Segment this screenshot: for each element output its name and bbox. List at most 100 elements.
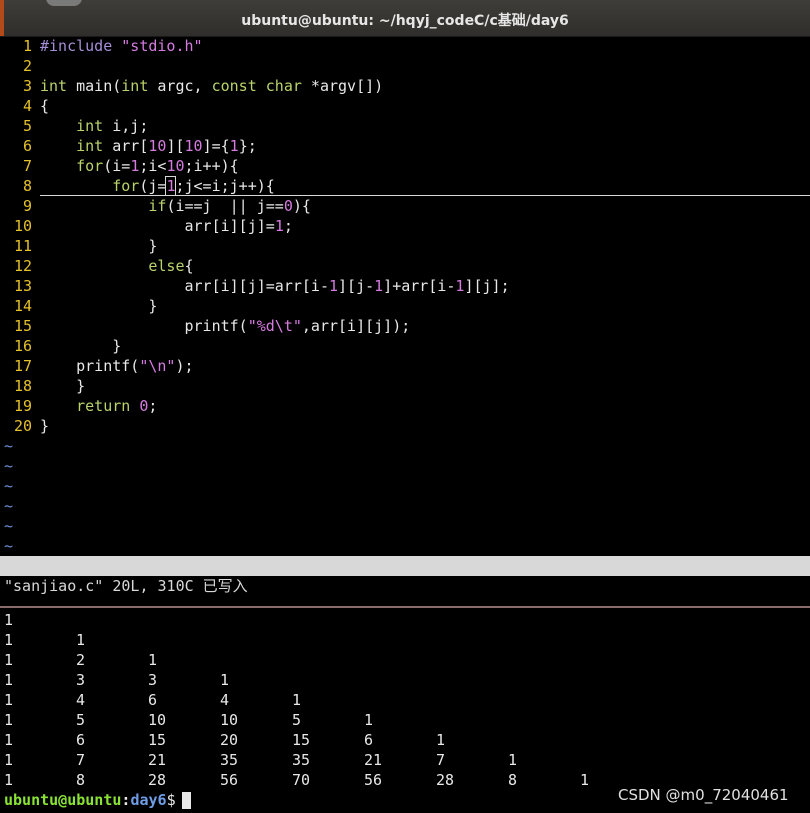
code-line[interactable]: 19 return 0; bbox=[0, 396, 810, 416]
output-value: 1 bbox=[4, 691, 14, 709]
output-value: 1 bbox=[220, 671, 230, 689]
output-value: 1 bbox=[4, 611, 14, 629]
code-line[interactable]: 9 if(i==j || j==0){ bbox=[0, 196, 810, 216]
code-token: 1 bbox=[229, 137, 239, 155]
code-token: ;j<=i;j++){ bbox=[175, 177, 275, 195]
code-text: printf("\n"); bbox=[40, 357, 193, 375]
output-value: 5 bbox=[292, 711, 302, 729]
code-line[interactable]: 11 } bbox=[0, 236, 810, 256]
code-token: 10 bbox=[166, 157, 185, 175]
line-number: 2 bbox=[22, 57, 32, 75]
code-text: #include "stdio.h" bbox=[40, 37, 203, 55]
shell-prompt[interactable]: ubuntu@ubuntu:day6$ bbox=[4, 790, 191, 810]
code-token: if bbox=[148, 197, 167, 215]
output-value: 21 bbox=[364, 751, 383, 769]
output-value: 8 bbox=[508, 771, 518, 789]
line-number: 15 bbox=[13, 317, 32, 335]
code-text: int i,j; bbox=[40, 117, 148, 135]
code-token: arr[ bbox=[103, 137, 149, 155]
empty-line-marker: ~ bbox=[4, 517, 14, 535]
terminal-cursor bbox=[181, 792, 191, 809]
output-row: 1 6 15 20 15 6 1 bbox=[4, 730, 804, 750]
code-line[interactable]: 20} bbox=[0, 416, 810, 436]
output-value: 4 bbox=[76, 691, 86, 709]
line-number: 4 bbox=[22, 97, 32, 115]
code-line[interactable]: 8 for(j=1;j<=i;j++){ bbox=[0, 176, 810, 196]
code-token: (j= bbox=[139, 177, 167, 195]
line-number: 18 bbox=[13, 377, 32, 395]
code-token: ][j- bbox=[338, 277, 375, 295]
code-line[interactable]: 10 arr[i][j]=1; bbox=[0, 216, 810, 236]
code-line[interactable]: 13 arr[i][j]=arr[i-1][j-1]+arr[i-1][j]; bbox=[0, 276, 810, 296]
output-value: 3 bbox=[148, 671, 158, 689]
csdn-watermark: CSDN @m0_72040461 bbox=[618, 786, 789, 804]
code-token: else bbox=[148, 257, 185, 275]
vim-editor[interactable]: 1 #include "stdio.h" 2 3 int main(int argc, … bbox=[0, 36, 810, 556]
code-token: ]+arr[i- bbox=[383, 277, 456, 295]
output-value: 15 bbox=[292, 731, 311, 749]
code-text: for(j=1;j<=i;j++){ bbox=[40, 176, 275, 196]
code-line[interactable]: 15 printf("%d\t",arr[i][j]); bbox=[0, 316, 810, 336]
code-line[interactable]: 5 int i,j; bbox=[0, 116, 810, 136]
vim-status-bar: sanjiao.c 8,9-15 bbox=[0, 556, 810, 615]
output-value: 4 bbox=[220, 691, 230, 709]
code-token: const bbox=[211, 77, 257, 95]
code-line[interactable]: 17 printf("\n"); bbox=[0, 356, 810, 376]
window-control-button[interactable] bbox=[46, 0, 82, 6]
code-text: int arr[10][10]={1}; bbox=[40, 137, 257, 155]
code-line[interactable]: 2 bbox=[0, 56, 810, 76]
code-token: for bbox=[76, 157, 104, 175]
output-value: 1 bbox=[508, 751, 518, 769]
code-line[interactable]: 7 for(i=1;i<10;i++){ bbox=[0, 156, 810, 176]
code-line[interactable]: 18 } bbox=[0, 376, 810, 396]
code-token: 10 bbox=[184, 137, 203, 155]
output-row: 1 2 1 bbox=[4, 650, 804, 670]
code-token: { bbox=[40, 97, 50, 115]
code-text: for(i=1;i<10;i++){ bbox=[40, 157, 239, 175]
code-line[interactable]: 12 else{ bbox=[0, 256, 810, 276]
output-value: 28 bbox=[436, 771, 455, 789]
output-value: 1 bbox=[4, 711, 14, 729]
output-value: 5 bbox=[76, 711, 86, 729]
code-token: main( bbox=[67, 77, 122, 95]
code-line[interactable]: 3 int main(int argc, const char *argv[]) bbox=[0, 76, 810, 96]
line-number: 19 bbox=[13, 397, 32, 415]
code-token: } bbox=[40, 297, 158, 315]
code-token: "%d\t" bbox=[247, 317, 302, 335]
code-token: for bbox=[112, 177, 140, 195]
output-value: 10 bbox=[148, 711, 167, 729]
code-token: ;i++){ bbox=[184, 157, 239, 175]
vim-message-line: "sanjiao.c" 20L, 310C 已写入 bbox=[4, 577, 248, 595]
output-value: 10 bbox=[220, 711, 239, 729]
output-value: 56 bbox=[364, 771, 383, 789]
line-number: 10 bbox=[13, 217, 32, 235]
code-line[interactable]: 6 int arr[10][10]={1}; bbox=[0, 136, 810, 156]
code-text: } bbox=[40, 297, 157, 315]
code-token: }; bbox=[238, 137, 257, 155]
code-token: int bbox=[40, 77, 68, 95]
line-number: 13 bbox=[13, 277, 32, 295]
code-token: 1 bbox=[328, 277, 339, 295]
code-line[interactable]: 1 #include "stdio.h" bbox=[0, 36, 810, 56]
line-number: 9 bbox=[22, 197, 32, 215]
code-token: *argv[]) bbox=[301, 77, 384, 95]
code-token: int bbox=[76, 137, 104, 155]
output-value: 56 bbox=[220, 771, 239, 789]
output-value: 1 bbox=[4, 731, 14, 749]
code-text: } bbox=[40, 417, 49, 435]
output-row: 1 5 10 10 5 1 bbox=[4, 710, 804, 730]
code-line[interactable]: 16 } bbox=[0, 336, 810, 356]
output-value: 7 bbox=[76, 751, 86, 769]
code-token: 10 bbox=[148, 137, 167, 155]
code-line[interactable]: 4{ bbox=[0, 96, 810, 116]
title-bar[interactable]: ubuntu@ubuntu: ~/hqyj_codeC/c基础/day6 bbox=[0, 0, 810, 37]
prompt-directory: day6 bbox=[130, 791, 167, 809]
code-line[interactable]: 14 } bbox=[0, 296, 810, 316]
pane-divider bbox=[0, 606, 810, 608]
code-token: char bbox=[265, 77, 302, 95]
line-number: 1 bbox=[22, 37, 32, 55]
